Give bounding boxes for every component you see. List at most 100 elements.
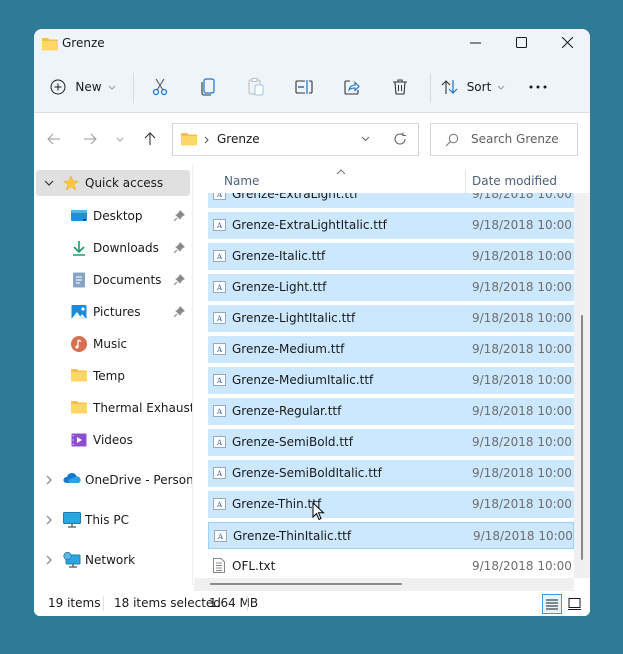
recent-locations-button[interactable]	[110, 127, 130, 151]
sidebar-item-videos[interactable]: Videos	[36, 427, 190, 453]
sidebar-item-downloads[interactable]: Downloads	[36, 235, 190, 261]
plus-circle-icon	[50, 79, 66, 95]
file-row[interactable]: A Grenze-Regular.ttf 9/18/2018 10:00 PM	[208, 398, 574, 425]
horizontal-scrollbar[interactable]	[194, 578, 574, 592]
forward-button[interactable]	[78, 127, 102, 151]
column-header: Name Date modified	[194, 165, 574, 193]
breadcrumb-item[interactable]: Grenze	[217, 132, 260, 146]
svg-text:A: A	[217, 533, 224, 541]
file-row[interactable]: A Grenze-Thin.ttf 9/18/2018 10:00 PM	[208, 491, 574, 518]
pin-icon[interactable]	[173, 210, 185, 224]
file-row[interactable]: A Grenze-Medium.ttf 9/18/2018 10:00 PM	[208, 336, 574, 363]
sidebar-item-label: Network	[85, 553, 136, 567]
column-date-modified[interactable]: Date modified	[472, 174, 557, 188]
svg-text:A: A	[216, 501, 223, 509]
documents-icon	[71, 272, 87, 288]
copy-button[interactable]	[192, 71, 224, 103]
chevron-right-icon[interactable]	[44, 554, 54, 568]
sidebar-item-pictures[interactable]: Pictures	[36, 299, 190, 325]
item-count: 19 items	[48, 596, 101, 610]
pin-icon[interactable]	[173, 274, 185, 288]
close-button[interactable]	[544, 29, 590, 59]
pin-icon[interactable]	[173, 242, 185, 256]
new-button[interactable]: New	[46, 71, 120, 103]
sidebar-item-onedrive-personal[interactable]: OneDrive - Personal	[36, 467, 192, 493]
maximize-button[interactable]	[498, 29, 544, 59]
paste-icon	[248, 78, 264, 96]
share-button[interactable]	[336, 71, 368, 103]
title-bar: Grenze	[34, 29, 590, 59]
sidebar-item-desktop[interactable]: Desktop	[36, 203, 190, 229]
videos-icon	[71, 432, 87, 448]
file-row[interactable]: A Grenze-ExtraLightItalic.ttf 9/18/2018 10…	[208, 212, 574, 239]
chevron-down-icon	[116, 137, 124, 142]
up-button[interactable]	[138, 127, 162, 151]
address-dropdown-button[interactable]	[361, 136, 370, 142]
file-name: Grenze-LightItalic.ttf	[232, 311, 356, 325]
font-file-icon: A	[213, 436, 226, 451]
folder-icon	[71, 368, 87, 384]
svg-text:A: A	[216, 193, 223, 199]
refresh-button[interactable]	[393, 132, 407, 146]
svg-text:A: A	[216, 470, 223, 478]
file-row[interactable]: A Grenze-ThinItalic.ttf 9/18/2018 10:00 PM	[208, 522, 574, 549]
column-divider[interactable]	[465, 169, 466, 193]
file-row[interactable]: A Grenze-MediumItalic.ttf 9/18/2018 10:00 …	[208, 367, 574, 394]
sidebar-item-thermal-exhaust-p[interactable]: Thermal Exhaust P	[36, 395, 192, 421]
sidebar-item-this-pc[interactable]: This PC	[36, 507, 190, 533]
font-file-icon: A	[213, 343, 226, 358]
file-name: Grenze-MediumItalic.ttf	[232, 373, 374, 387]
back-button[interactable]	[42, 127, 66, 151]
rename-button[interactable]	[288, 71, 320, 103]
copy-icon	[201, 78, 215, 96]
sort-label: Sort	[466, 80, 492, 94]
chevron-right-icon[interactable]	[44, 514, 54, 528]
more-options-button[interactable]	[522, 71, 554, 103]
chevron-down-icon[interactable]	[44, 177, 54, 191]
folder-icon	[42, 37, 58, 54]
pin-icon[interactable]	[173, 306, 185, 320]
chevron-right-icon[interactable]	[44, 474, 54, 488]
share-icon	[344, 79, 360, 95]
search-input[interactable]: Search Grenze	[430, 123, 578, 156]
file-row[interactable]: A Grenze-SemiBoldItalic.ttf 9/18/2018 10:0…	[208, 460, 574, 487]
text-file-icon	[213, 558, 225, 576]
delete-button[interactable]	[384, 71, 416, 103]
vertical-scrollbar-thumb[interactable]	[581, 315, 583, 560]
file-row[interactable]: A Grenze-ExtraLight.ttf 9/18/2018 10:00 PM	[208, 193, 574, 208]
chevron-down-icon	[497, 85, 505, 90]
sidebar-item-label: Videos	[93, 433, 133, 447]
horizontal-scrollbar-thumb[interactable]	[210, 583, 402, 585]
command-bar: New Sort	[34, 59, 590, 113]
font-file-icon: A	[213, 405, 226, 420]
file-row[interactable]: A Grenze-LightItalic.ttf 9/18/2018 10:00 P…	[208, 305, 574, 332]
sidebar-item-documents[interactable]: Documents	[36, 267, 190, 293]
file-name: Grenze-ThinItalic.ttf	[233, 529, 352, 543]
font-file-icon: A	[213, 219, 226, 234]
cut-button[interactable]	[144, 71, 176, 103]
file-row[interactable]: A Grenze-Italic.ttf 9/18/2018 10:00 PM	[208, 243, 574, 270]
sidebar-item-network[interactable]: Network	[36, 547, 190, 573]
vertical-scrollbar[interactable]	[574, 193, 590, 578]
onedrive-icon	[63, 472, 81, 488]
file-name: Grenze-Thin.ttf	[232, 497, 322, 511]
sidebar-item-temp[interactable]: Temp	[36, 363, 190, 389]
sidebar-item-quick-access[interactable]: Quick access	[36, 170, 190, 196]
scissors-icon	[152, 78, 168, 96]
paste-button[interactable]	[240, 71, 272, 103]
file-row[interactable]: A Grenze-Light.ttf 9/18/2018 10:00 PM	[208, 274, 574, 301]
selection-size: 1.64 MB	[209, 596, 259, 610]
column-name[interactable]: Name	[224, 174, 259, 188]
file-name: Grenze-Light.ttf	[232, 280, 327, 294]
address-bar[interactable]: Grenze	[172, 123, 419, 156]
details-view-button[interactable]	[542, 594, 562, 614]
font-file-icon: A	[213, 281, 226, 296]
file-row[interactable]: OFL.txt 9/18/2018 10:00 PM	[208, 553, 574, 578]
minimize-button[interactable]	[452, 29, 498, 59]
navigation-pane: Quick access Desktop Downloads Documents Pic…	[34, 165, 193, 585]
file-row[interactable]: A Grenze-SemiBold.ttf 9/18/2018 10:00 PM	[208, 429, 574, 456]
sort-button[interactable]: Sort	[438, 71, 508, 103]
sidebar-item-music[interactable]: Music	[36, 331, 190, 357]
network-icon	[63, 551, 81, 568]
large-icons-view-button[interactable]	[564, 594, 584, 614]
